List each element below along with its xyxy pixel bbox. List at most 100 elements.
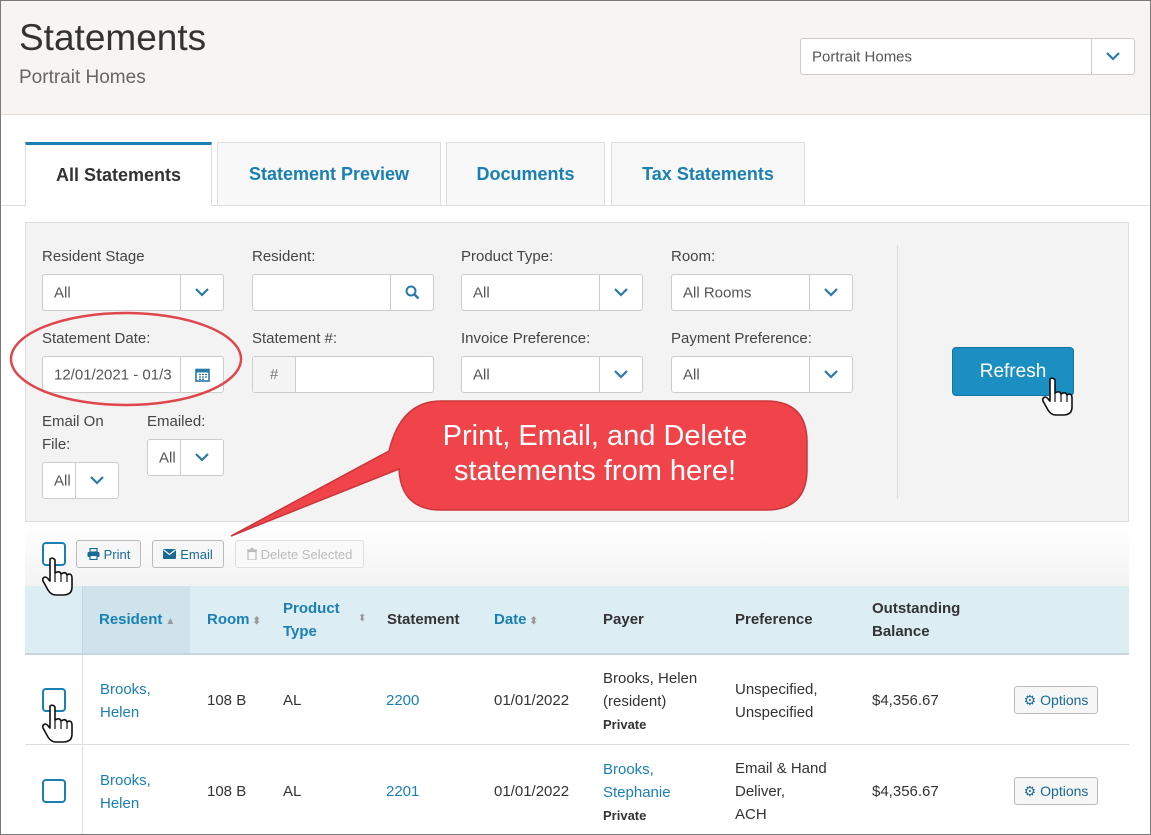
row-checkbox[interactable] [42, 779, 66, 803]
email-on-file-value: All [54, 472, 71, 489]
product-type-label: Product Type: [461, 248, 554, 265]
payment-preference-select[interactable]: All [671, 356, 853, 393]
payer-type: Private [603, 717, 647, 732]
column-header-product-type-line1: Product [283, 600, 340, 617]
email-button[interactable]: Email [152, 540, 224, 568]
callout-text: Print, Email, and Delete statements from… [395, 419, 795, 489]
column-header-payer: Payer [603, 611, 644, 628]
gear-icon: ⚙ [1023, 782, 1037, 799]
tab-bar: All Statements Statement Preview Documen… [1, 142, 1150, 206]
column-header-statement: Statement [387, 611, 460, 628]
emailed-label: Emailed: [147, 413, 206, 430]
chevron-down-icon [1091, 39, 1134, 74]
statement-number-input[interactable]: # [252, 356, 434, 393]
hand-cursor-icon [41, 557, 73, 596]
emailed-value: All [159, 449, 176, 466]
payer-line2: (resident) [603, 693, 667, 710]
filter-divider [897, 245, 898, 499]
room-select[interactable]: All Rooms [671, 274, 853, 311]
statement-date-label: Statement Date: [42, 330, 151, 347]
resident-link[interactable]: Brooks, Helen [100, 769, 151, 815]
balance-cell: $4,356.67 [872, 783, 939, 800]
resident-stage-label: Resident Stage [42, 248, 145, 265]
column-header-preference: Preference [735, 611, 813, 628]
column-header-date[interactable]: Date ⬍ [494, 608, 538, 633]
options-button[interactable]: ⚙ Options [1014, 686, 1098, 714]
resident-name-line2: Helen [100, 704, 140, 721]
payer-cell: Brooks, Stephanie Private [603, 758, 671, 827]
community-select[interactable]: Portrait Homes [800, 38, 1135, 75]
statement-number-label: Statement #: [252, 330, 338, 347]
payment-preference-label: Payment Preference: [671, 330, 812, 347]
column-header-product-type-line2: Type [283, 623, 317, 640]
tab-documents[interactable]: Documents [446, 142, 605, 205]
preference-line3: ACH [735, 806, 767, 823]
chevron-down-icon [809, 357, 852, 392]
email-button-label: Email [180, 546, 213, 562]
column-header-resident-label: Resident [99, 611, 163, 628]
calendar-icon[interactable] [180, 357, 223, 392]
options-button[interactable]: ⚙ Options [1014, 777, 1098, 805]
tab-statement-preview[interactable]: Statement Preview [217, 142, 441, 205]
preference-line2: Unspecified [735, 704, 814, 721]
room-value: All Rooms [683, 284, 752, 301]
delete-selected-button[interactable]: Delete Selected [235, 540, 364, 568]
chevron-down-icon [75, 463, 118, 498]
tab-all-statements[interactable]: All Statements [25, 142, 212, 206]
product-type-select[interactable]: All [461, 274, 643, 311]
column-header-balance-line2: Balance [872, 623, 930, 640]
column-header-room[interactable]: Room ⬍ [207, 608, 261, 633]
page-header: Statements Portrait Homes Portrait Homes [1, 1, 1150, 115]
search-icon[interactable] [390, 275, 433, 310]
print-button[interactable]: Print [76, 540, 141, 568]
checkbox-column-divider [82, 586, 83, 653]
resident-name-line2: Helen [100, 795, 140, 812]
email-on-file-label-1: Email On [42, 413, 104, 430]
column-header-date-label: Date [494, 611, 527, 628]
product-type-cell: AL [283, 783, 302, 800]
email-on-file-select[interactable]: All [42, 462, 119, 499]
callout-line1: Print, Email, and Delete [442, 420, 748, 452]
column-header-room-label: Room [207, 611, 250, 628]
app-frame: Statements Portrait Homes Portrait Homes… [0, 0, 1151, 835]
payer-link-line2[interactable]: Stephanie [603, 781, 671, 804]
payer-link-line1[interactable]: Brooks, [603, 758, 671, 781]
column-header-balance-line1: Outstanding [872, 600, 961, 617]
payment-preference-value: All [683, 366, 700, 383]
envelope-icon [163, 549, 177, 559]
delete-selected-label: Delete Selected [260, 546, 353, 562]
chevron-down-icon [599, 357, 642, 392]
preference-cell: Unspecified, Unspecified [735, 678, 818, 724]
statement-link[interactable]: 2200 [386, 689, 419, 712]
hand-cursor-icon [41, 704, 73, 743]
hand-cursor-icon [1041, 377, 1073, 416]
statement-number-prefix: # [253, 357, 296, 392]
column-header-product-type[interactable]: Product Type [283, 597, 340, 643]
sort-icon: ⬍ [358, 613, 367, 624]
statement-date-value: 12/01/2021 - 01/3 [54, 366, 172, 383]
emailed-select[interactable]: All [147, 439, 224, 476]
printer-icon [87, 548, 100, 560]
tab-tax-statements[interactable]: Tax Statements [611, 142, 805, 205]
invoice-preference-label: Invoice Preference: [461, 330, 591, 347]
date-cell: 01/01/2022 [494, 783, 570, 800]
resident-name-line1: Brooks, [100, 681, 151, 698]
gear-icon: ⚙ [1023, 691, 1037, 708]
resident-search-input[interactable] [252, 274, 434, 311]
page-title: Statements [19, 17, 207, 58]
table-row [25, 655, 1129, 745]
page-subtitle: Portrait Homes [19, 67, 146, 88]
resident-link[interactable]: Brooks, Helen [100, 678, 151, 724]
column-header-resident[interactable]: Resident ▲ [99, 608, 175, 633]
callout-line2: statements from here! [453, 455, 737, 487]
chevron-down-icon [180, 275, 223, 310]
resident-stage-select[interactable]: All [42, 274, 224, 311]
sort-icon: ⬍ [529, 616, 538, 627]
statement-date-input[interactable]: 12/01/2021 - 01/3 [42, 356, 224, 393]
sort-icon: ⬍ [252, 616, 261, 627]
product-type-value: All [473, 284, 490, 301]
invoice-preference-select[interactable]: All [461, 356, 643, 393]
resident-name-line1: Brooks, [100, 772, 151, 789]
payer-type: Private [603, 808, 647, 823]
statement-link[interactable]: 2201 [386, 780, 419, 803]
